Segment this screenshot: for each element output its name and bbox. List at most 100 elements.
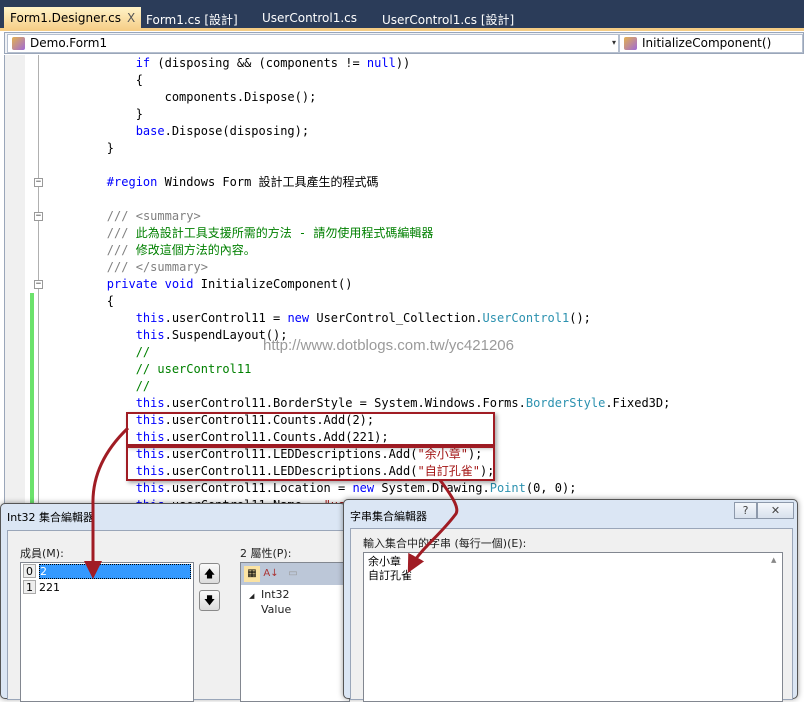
type-selector-value: Demo.Form1 bbox=[30, 36, 108, 50]
collapse-region-icon[interactable]: − bbox=[34, 178, 43, 187]
code-line[interactable]: { bbox=[49, 72, 143, 89]
alphabetical-sort-icon[interactable]: A↓ bbox=[263, 566, 279, 582]
code-token: this bbox=[135, 328, 165, 342]
watermark: http://www.dotblogs.com.tw/yc421206 bbox=[263, 337, 514, 354]
code-line[interactable]: /// <summary> bbox=[49, 208, 201, 225]
code-token: this bbox=[135, 396, 165, 410]
item-value: 2 bbox=[39, 564, 191, 579]
type-selector[interactable]: Demo.Form1 ▾ bbox=[7, 34, 619, 53]
code-line[interactable]: /// 此為設計工具支援所需的方法 - 請勿使用程式碼編輯器 bbox=[49, 225, 434, 242]
code-token: .userControl11.BorderStyle = System.Wind… bbox=[164, 396, 526, 410]
expand-icon[interactable]: ◢ bbox=[249, 592, 254, 600]
categorized-icon[interactable]: ▦ bbox=[244, 566, 260, 582]
scroll-up-icon[interactable]: ▲ bbox=[771, 556, 776, 564]
code-token: // userControl11 bbox=[135, 362, 252, 376]
properties-label: 2 屬性(P): bbox=[240, 547, 292, 560]
change-tracking-bar bbox=[30, 293, 34, 505]
property-pages-icon[interactable]: ▭ bbox=[285, 566, 301, 582]
code-token: (); bbox=[569, 311, 591, 325]
tab-form1-designer[interactable]: Form1.Designer.cs X bbox=[4, 7, 142, 31]
code-token: if bbox=[135, 56, 151, 70]
members-list[interactable]: 02 1 221 bbox=[20, 562, 194, 702]
code-line[interactable]: } bbox=[49, 140, 114, 157]
help-button[interactable]: ? bbox=[734, 502, 757, 519]
code-token: { bbox=[49, 294, 115, 308]
property-value-name[interactable]: Value bbox=[261, 603, 291, 616]
code-token: .Fixed3D; bbox=[605, 396, 671, 410]
code-token: base bbox=[135, 124, 165, 138]
list-item[interactable]: 1 221 bbox=[23, 580, 193, 595]
property-grid-toolbar: ▦ A↓ ▭ bbox=[241, 563, 349, 585]
close-button[interactable]: ✕ bbox=[757, 502, 794, 519]
code-line[interactable]: { bbox=[49, 293, 114, 310]
strings-prompt-label: 輸入集合中的字串 (每行一個)(E): bbox=[363, 537, 527, 550]
code-token: { bbox=[49, 73, 143, 87]
strings-textarea[interactable]: 余小章 自訂孔雀 bbox=[363, 552, 783, 702]
member-selector[interactable]: InitializeComponent() bbox=[619, 34, 803, 53]
code-line[interactable]: // bbox=[49, 378, 150, 395]
move-up-button[interactable]: 🡅 bbox=[199, 563, 220, 584]
method-icon bbox=[624, 37, 637, 50]
code-line[interactable]: this.SuspendLayout(); bbox=[49, 327, 288, 344]
code-line[interactable]: if (disposing && (components != null)) bbox=[49, 55, 411, 72]
tab-label: Form1.Designer.cs bbox=[10, 11, 121, 25]
code-line[interactable]: base.Dispose(disposing); bbox=[49, 123, 309, 140]
item-index: 1 bbox=[23, 580, 36, 594]
code-token: Windows Form 設計工具產生的程式碼 bbox=[157, 175, 379, 189]
close-tab-icon[interactable]: X bbox=[127, 11, 135, 25]
code-token: #region bbox=[106, 175, 158, 189]
code-line[interactable]: #region Windows Form 設計工具產生的程式碼 bbox=[49, 174, 379, 191]
code-line[interactable]: } bbox=[49, 106, 143, 123]
highlight-counts-box bbox=[126, 412, 495, 446]
code-line[interactable]: this.userControl11.Location = new System… bbox=[49, 480, 577, 497]
chevron-down-icon[interactable]: ▾ bbox=[612, 38, 616, 47]
code-token: .userControl11.Location = bbox=[164, 481, 353, 495]
code-line[interactable]: // userControl11 bbox=[49, 361, 252, 378]
collapse-summary-icon[interactable]: − bbox=[34, 212, 43, 221]
code-token: } bbox=[49, 107, 143, 121]
member-selector-value: InitializeComponent() bbox=[642, 36, 772, 50]
tab-usercontrol1-design[interactable]: UserControl1.cs [設計] bbox=[376, 7, 520, 31]
code-line[interactable]: components.Dispose(); bbox=[49, 89, 317, 106]
move-down-button[interactable]: 🡇 bbox=[199, 590, 220, 611]
code-token: // bbox=[135, 379, 151, 393]
code-token: UserControl1 bbox=[482, 311, 570, 325]
code-token: } bbox=[49, 141, 115, 155]
code-line[interactable]: this.userControl11.BorderStyle = System.… bbox=[49, 395, 671, 412]
code-line[interactable]: // bbox=[49, 344, 150, 361]
property-grid[interactable]: ▦ A↓ ▭ ◢ Int32 Value bbox=[240, 562, 350, 702]
code-token: new bbox=[352, 481, 375, 495]
code-line[interactable]: private void InitializeComponent() bbox=[49, 276, 353, 293]
code-line[interactable]: /// 修改這個方法的內容。 bbox=[49, 242, 256, 259]
code-token: /// bbox=[106, 209, 129, 223]
code-line[interactable]: this.userControl11 = new UserControl_Col… bbox=[49, 310, 591, 327]
dialog-title: 字串集合編輯器 bbox=[350, 510, 427, 523]
property-category: Int32 bbox=[261, 588, 290, 601]
code-token: .Dispose(disposing); bbox=[164, 124, 310, 138]
code-token: new bbox=[287, 311, 310, 325]
code-editor[interactable]: − − − if (disposing && (components != nu… bbox=[4, 55, 800, 512]
class-icon bbox=[12, 37, 25, 50]
item-value: 221 bbox=[39, 581, 60, 594]
indicator-margin bbox=[5, 55, 25, 505]
tab-form1-design[interactable]: Form1.cs [設計] bbox=[140, 7, 244, 31]
list-item[interactable]: 02 bbox=[23, 564, 193, 579]
code-line[interactable]: /// </summary> bbox=[49, 259, 208, 276]
document-tab-strip: Form1.Designer.cs X Form1.cs [設計] UserCon… bbox=[0, 0, 804, 31]
tab-usercontrol1[interactable]: UserControl1.cs bbox=[256, 7, 363, 31]
code-token: this bbox=[135, 481, 165, 495]
dialog-title: Int32 集合編輯器 bbox=[7, 511, 95, 524]
code-token: (0, 0); bbox=[525, 481, 577, 495]
collapse-method-icon[interactable]: − bbox=[34, 280, 43, 289]
